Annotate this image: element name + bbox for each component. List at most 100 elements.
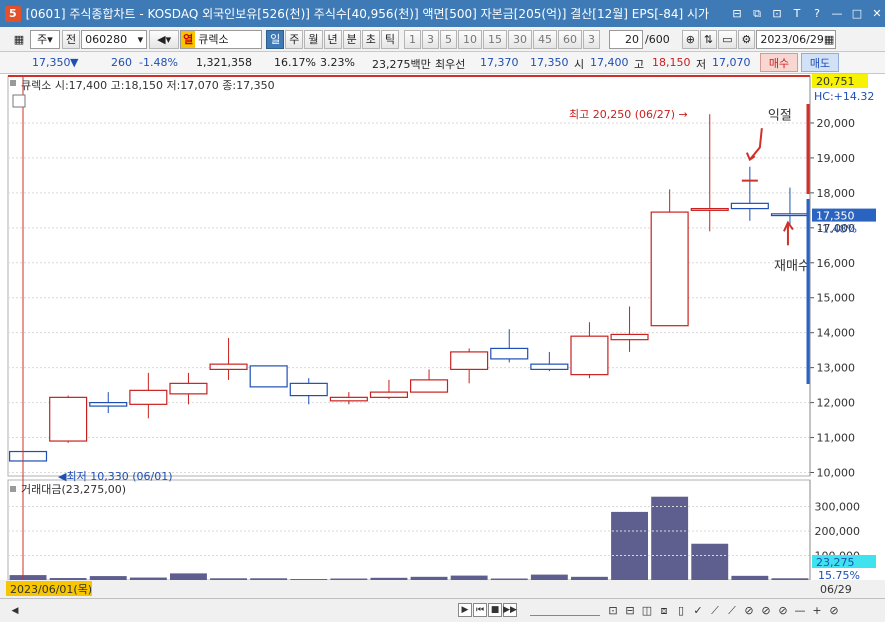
volume-bar — [290, 579, 328, 580]
open-label: 시 — [574, 58, 585, 71]
bottom-tool-icon-8[interactable]: ⊘ — [741, 603, 757, 618]
period-tabs: 일주월년분초틱 — [266, 29, 400, 49]
stock-code-input[interactable]: 060280 ▾ — [81, 29, 148, 49]
window-controls: ⊟ ⧉ ⊡ T? — □ ✕ — [729, 6, 885, 22]
bottom-tool-icon-0[interactable]: ⊡ — [605, 603, 621, 618]
candle-body — [570, 335, 609, 376]
bottom-tool-icon-13[interactable]: ⊘ — [826, 603, 842, 618]
buy-button[interactable]: 매수 — [760, 53, 798, 72]
speaker-icon[interactable]: ◀▾ — [149, 29, 180, 49]
market-select[interactable]: 주 ▾ — [30, 29, 60, 49]
prev-button[interactable]: 전 — [62, 29, 81, 49]
grid-icon[interactable]: ▦ — [10, 30, 28, 49]
help-icon[interactable]: ? — [809, 6, 825, 22]
price-chart[interactable]: 10,000 11,000 12,000 13,000 14,000 15,000 16,0… — [0, 74, 885, 598]
volume-bar — [450, 575, 488, 580]
y-tick-label: 14,000 — [817, 327, 856, 340]
bottom-tool-icon-7[interactable]: ⟋ — [724, 603, 740, 618]
volume-bar — [731, 575, 769, 580]
volume-bar — [129, 577, 167, 580]
zoom-slider[interactable] — [530, 604, 600, 616]
font-size-icon[interactable]: T — [789, 6, 805, 22]
interval-button-6[interactable]: 45 — [533, 29, 557, 49]
trade-amount: 23,275백만 — [372, 58, 431, 71]
close-icon[interactable]: ✕ — [869, 6, 885, 22]
playback-icon-1[interactable]: ⏮ — [473, 603, 487, 617]
tool-icon-2[interactable]: ▭ — [718, 29, 737, 49]
high-label: 고 — [634, 58, 645, 71]
minimize-icon[interactable]: — — [829, 6, 845, 22]
tool-icon-1[interactable]: ⇅ — [699, 29, 718, 49]
app-badge-icon: 5 — [5, 5, 21, 22]
best-ask-label: 최우선 — [435, 58, 466, 71]
candle-body — [289, 382, 328, 397]
volume-bar — [611, 511, 648, 580]
volume-tick-label: 200,000 — [815, 525, 861, 538]
volume-bar — [530, 574, 568, 580]
candle-body — [369, 391, 408, 398]
interval-button-2[interactable]: 5 — [440, 29, 457, 49]
bottom-tool-icon-1[interactable]: ⊟ — [622, 603, 638, 618]
playback-icon-0[interactable]: ▶ — [458, 603, 472, 617]
period-tab-5[interactable]: 초 — [361, 29, 380, 49]
window-icon[interactable]: ⧉ — [749, 6, 765, 22]
volume-last-label: 23,275 — [816, 556, 855, 569]
count-input[interactable]: 20 — [609, 29, 643, 49]
bottom-tool-icon-6[interactable]: ⟋ — [707, 603, 723, 618]
bottom-tool-icon-11[interactable]: — — [792, 603, 808, 618]
bottom-tool-icon-12[interactable]: + — [809, 603, 825, 618]
period-tab-0[interactable]: 일 — [266, 29, 285, 49]
period-tab-1[interactable]: 주 — [285, 29, 304, 49]
playback-controls: ▶ ⏮ ■ ▶▶ — [458, 603, 517, 617]
last-price-pct: -1.48% — [818, 223, 857, 236]
date-input[interactable]: 2023/06/29 ▦ — [756, 29, 837, 49]
volume-tick-label: 300,000 — [815, 501, 861, 514]
period-tab-6[interactable]: 틱 — [380, 29, 399, 49]
restore-icon[interactable]: ⊟ — [729, 6, 745, 22]
interval-button-3[interactable]: 10 — [458, 29, 482, 49]
volume-bar — [410, 576, 448, 580]
interval-button-7[interactable]: 60 — [558, 29, 582, 49]
copy-icon[interactable]: ⊡ — [769, 6, 785, 22]
low-value: 17,070 — [712, 56, 751, 69]
tool-icon-0[interactable]: ⊕ — [681, 29, 699, 49]
period-tab-2[interactable]: 월 — [304, 29, 323, 49]
bottom-tool-icon-9[interactable]: ⊘ — [758, 603, 774, 618]
period-tab-3[interactable]: 년 — [323, 29, 342, 49]
chart-toolbar: ▦ 주 ▾ 전 060280 ▾ ◀▾ 열 큐렉소 일주월년분초틱 1 3 5 10 1… — [0, 27, 885, 52]
candle-body — [89, 401, 128, 407]
tool-icon-3[interactable]: ⚙ — [737, 29, 756, 49]
volume-bar — [691, 543, 729, 580]
candle-body — [49, 396, 88, 442]
count-total: /600 — [645, 32, 670, 46]
y-tick-label: 13,000 — [817, 362, 856, 375]
period-tab-4[interactable]: 분 — [342, 29, 361, 49]
volume-bar — [210, 578, 247, 580]
bottom-tool-icon-10[interactable]: ⊘ — [775, 603, 791, 618]
interval-button-4[interactable]: 15 — [483, 29, 507, 49]
volume-value: 1,321,358 — [196, 56, 252, 69]
best-bid-value: 17,350 — [530, 56, 569, 69]
sell-button[interactable]: 매도 — [801, 53, 839, 72]
stock-name-field[interactable]: 열 큐렉소 — [180, 29, 263, 49]
bottom-tool-icon-3[interactable]: ⧈ — [656, 603, 672, 618]
interval-button-0[interactable]: 1 — [404, 29, 421, 49]
tool-buttons: ⊕ ⇅ ▭ ⚙ — [681, 29, 757, 49]
interval-button-8[interactable]: 3 — [583, 29, 600, 49]
volume-bar — [490, 578, 528, 580]
volume-bar — [170, 573, 207, 580]
scroll-left-icon[interactable]: ◀ — [8, 604, 22, 618]
min-annotation: ◀최저 10,330 (06/01) — [58, 470, 172, 483]
top-partial-label: HC:+14.32 — [814, 90, 874, 103]
bottom-tool-icon-4[interactable]: ▯ — [673, 603, 689, 618]
playback-icon-2[interactable]: ■ — [488, 603, 502, 617]
maximize-icon[interactable]: □ — [849, 6, 865, 22]
bottom-tool-icon-5[interactable]: ✓ — [690, 603, 706, 618]
interval-button-5[interactable]: 30 — [508, 29, 532, 49]
candle-body — [209, 363, 248, 370]
interval-button-1[interactable]: 3 — [422, 29, 439, 49]
playback-icon-3[interactable]: ▶▶ — [503, 603, 517, 617]
bottom-tool-icon-2[interactable]: ◫ — [639, 603, 655, 618]
high-value: 18,150 — [652, 56, 691, 69]
calendar-icon[interactable]: ▦ — [824, 33, 834, 46]
